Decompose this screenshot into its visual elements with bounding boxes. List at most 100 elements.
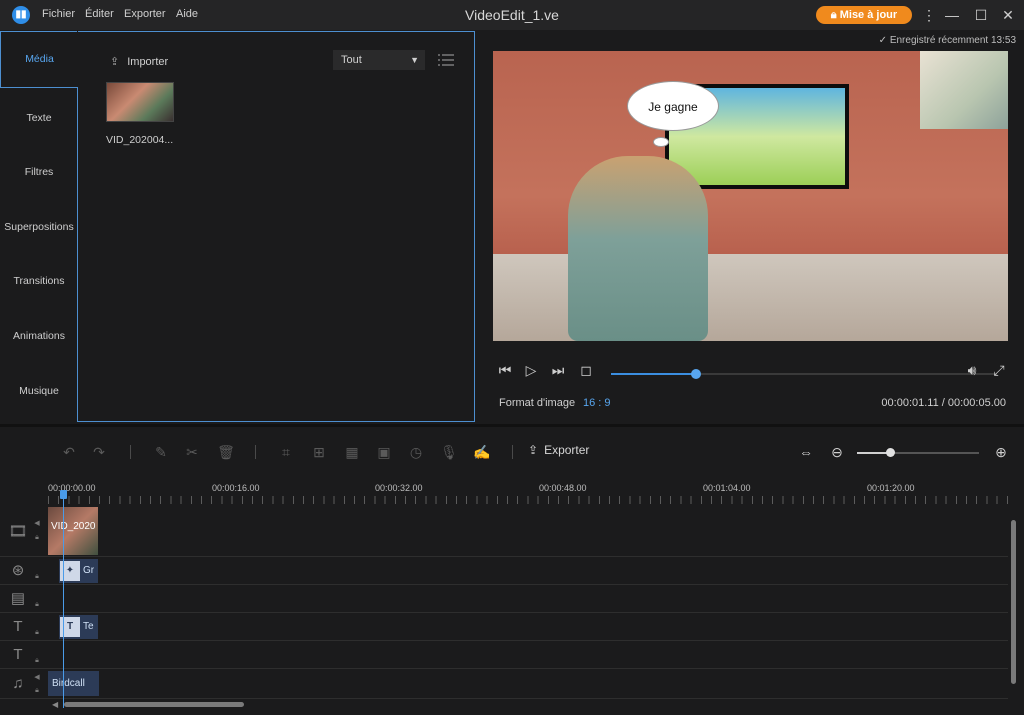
zoom-out-icon[interactable]: ⊖ bbox=[828, 443, 846, 461]
tab-musique[interactable]: Musique bbox=[0, 364, 78, 418]
lock-icon[interactable]: 🔒︎ bbox=[33, 534, 41, 542]
timeline-ruler[interactable]: 00:00:00.00 00:00:16.00 00:00:32.00 00:0… bbox=[48, 478, 1008, 504]
zoom-effect-icon[interactable]: ⊞ bbox=[310, 443, 328, 461]
menu-fichier[interactable]: Fichier bbox=[42, 8, 75, 20]
title-bar: ▮▮ Fichier Éditer Exporter Aide VideoEdi… bbox=[0, 0, 1024, 30]
menu-editer[interactable]: Éditer bbox=[85, 8, 114, 20]
music-clip[interactable]: Birdcall bbox=[48, 671, 99, 696]
speaker-icon[interactable]: ◀ bbox=[33, 674, 41, 682]
tab-transitions[interactable]: Transitions bbox=[0, 254, 78, 308]
scroll-left-icon[interactable]: ◀ bbox=[52, 700, 58, 709]
check-icon: ✓ bbox=[878, 35, 890, 46]
delete-icon[interactable]: 🗑︎ bbox=[217, 443, 235, 461]
export-icon: ⇪ bbox=[528, 443, 539, 457]
menu-exporter[interactable]: Exporter bbox=[124, 8, 166, 20]
video-track: 🎞︎ ◀ 🔒︎ VID_2020 bbox=[0, 505, 1008, 557]
video-preview[interactable]: Je gagne bbox=[493, 51, 1008, 341]
separator bbox=[255, 445, 256, 459]
film-icon: 🎞︎ bbox=[8, 523, 28, 540]
playhead[interactable] bbox=[63, 492, 64, 708]
zoom-slider[interactable] bbox=[857, 448, 979, 457]
speaker-icon[interactable]: ◀ bbox=[33, 520, 41, 528]
freeze-frame-icon[interactable]: ▣ bbox=[375, 443, 393, 461]
playhead-handle[interactable] bbox=[60, 490, 67, 499]
text-clip-label: Te bbox=[83, 621, 94, 632]
wall-painting bbox=[920, 51, 1008, 129]
update-label: Mise à jour bbox=[839, 9, 898, 21]
saved-text: Enregistré récemment 13:53 bbox=[889, 35, 1016, 46]
app-logo-icon: ▮▮ bbox=[12, 6, 30, 24]
filter-track: ⊛ 🔒︎ ✦ Gr bbox=[0, 557, 1008, 585]
separator bbox=[512, 445, 513, 459]
redo-icon[interactable]: ↷ bbox=[90, 443, 108, 461]
playback-progress[interactable] bbox=[611, 369, 997, 379]
next-frame-icon[interactable]: ⏭ bbox=[549, 361, 567, 379]
crop-icon[interactable]: ⌗ bbox=[277, 443, 295, 461]
ruler-label: 00:01:20.00 bbox=[867, 483, 915, 493]
close-icon[interactable]: ✕ bbox=[998, 5, 1018, 25]
update-button[interactable]: 🔒︎ Mise à jour bbox=[816, 6, 912, 24]
previous-frame-icon[interactable]: ⏮ bbox=[496, 361, 514, 379]
lock-icon[interactable]: 🔒︎ bbox=[33, 629, 41, 637]
thought-dot bbox=[653, 137, 669, 147]
progress-handle[interactable] bbox=[690, 369, 701, 379]
speech-bubble: Je gagne bbox=[627, 81, 719, 131]
mosaic-icon[interactable]: ▦ bbox=[343, 443, 361, 461]
play-icon[interactable]: ▷ bbox=[522, 361, 540, 379]
vertical-scrollbar[interactable] bbox=[1011, 520, 1016, 684]
ruler-label: 00:00:00.00 bbox=[48, 483, 96, 493]
export-button[interactable]: ⇪ Exporter bbox=[528, 443, 589, 457]
media-thumbnail[interactable] bbox=[106, 82, 174, 122]
media-filter-select[interactable]: Tout ▼ bbox=[333, 50, 425, 70]
media-library-panel: Média Texte Filtres Superpositions Trans… bbox=[0, 31, 475, 422]
filter-icon: ⊛ bbox=[11, 562, 25, 579]
volume-icon[interactable]: 🔊︎ bbox=[963, 361, 981, 379]
stop-icon[interactable]: ◻ bbox=[577, 361, 595, 379]
horizontal-scrollbar[interactable] bbox=[64, 702, 244, 707]
more-options-icon[interactable]: ⋮ bbox=[919, 5, 939, 25]
duration-icon[interactable]: ◷ bbox=[407, 443, 425, 461]
tab-filtres[interactable]: Filtres bbox=[0, 145, 78, 199]
music-track: ♫ ◀ 🔒︎ Birdcall bbox=[0, 669, 1008, 699]
text-track-2: T 🔒︎ bbox=[0, 641, 1008, 669]
speech-to-text-icon[interactable]: ✍ bbox=[470, 443, 494, 461]
menu-aide[interactable]: Aide bbox=[176, 8, 198, 20]
lock-icon[interactable]: 🔒︎ bbox=[33, 657, 41, 665]
lock-icon[interactable]: 🔒︎ bbox=[33, 687, 41, 695]
export-label: Exporter bbox=[544, 443, 590, 457]
tab-edge-top bbox=[0, 31, 78, 32]
video-clip[interactable]: VID_2020 bbox=[48, 507, 98, 555]
zoom-handle[interactable] bbox=[885, 448, 895, 457]
list-view-icon[interactable] bbox=[438, 53, 454, 67]
filter-clip-label: Gr bbox=[83, 565, 95, 576]
saved-status: ✓ Enregistré récemment 13:53 bbox=[879, 35, 1016, 46]
tab-media[interactable]: Média bbox=[0, 31, 78, 87]
overlay-icon: ▤ bbox=[10, 590, 26, 607]
voiceover-icon[interactable]: 🎙︎ bbox=[440, 443, 458, 461]
zoom-in-icon[interactable]: ⊕ bbox=[992, 443, 1010, 461]
lock-icon[interactable]: 🔒︎ bbox=[33, 601, 41, 609]
zoom-fill bbox=[857, 452, 890, 454]
text-clip[interactable]: T Te bbox=[59, 615, 98, 639]
cut-icon[interactable]: ✂ bbox=[183, 443, 201, 461]
tab-animations[interactable]: Animations bbox=[0, 309, 78, 363]
filter-clip[interactable]: ✦ Gr bbox=[59, 559, 98, 583]
fullscreen-icon[interactable]: ⤢ bbox=[990, 361, 1008, 379]
undo-icon[interactable]: ↶ bbox=[60, 443, 78, 461]
separator bbox=[130, 445, 131, 459]
maximize-icon[interactable]: ☐ bbox=[971, 5, 991, 25]
lock-icon[interactable]: 🔒︎ bbox=[33, 573, 41, 581]
tab-superpositions[interactable]: Superpositions bbox=[0, 200, 78, 254]
preview-panel: ✓ Enregistré récemment 13:53 Je gagne ⏮ … bbox=[477, 31, 1024, 422]
aspect-ratio-value[interactable]: 16 : 9 bbox=[583, 397, 611, 409]
tab-texte[interactable]: Texte bbox=[0, 91, 78, 145]
category-tabs: Média Texte Filtres Superpositions Trans… bbox=[0, 31, 78, 422]
minimize-icon[interactable]: — bbox=[942, 5, 962, 25]
import-button[interactable]: ⇪ Importer bbox=[110, 55, 168, 68]
edit-icon[interactable]: ✎ bbox=[152, 443, 170, 461]
tab-gap bbox=[77, 31, 78, 32]
video-clip-label: VID_2020 bbox=[51, 521, 96, 532]
progress-fill bbox=[611, 373, 696, 375]
aspect-ratio-label: Format d'image bbox=[499, 397, 576, 409]
fit-timeline-icon[interactable]: ⇔ bbox=[797, 443, 815, 461]
